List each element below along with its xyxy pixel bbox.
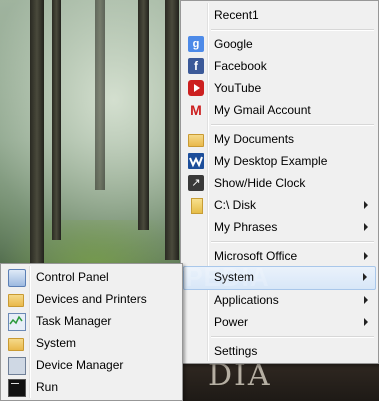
menu-item-my-phrases[interactable]: My Phrases <box>183 216 376 238</box>
google-icon: g <box>188 36 204 52</box>
shortcut-arrow-icon: ↗ <box>188 175 204 191</box>
system-submenu: Control Panel Devices and Printers Task … <box>0 263 183 401</box>
menu-item-label: Facebook <box>214 59 267 73</box>
submenu-arrow-icon <box>363 273 367 281</box>
submenu-arrow-icon <box>364 223 368 231</box>
menu-item-power[interactable]: Power <box>183 311 376 333</box>
facebook-icon: f <box>188 58 204 74</box>
menu-item-label: Google <box>214 37 253 51</box>
task-manager-icon <box>8 313 26 331</box>
menu-item-c-disk[interactable]: C:\ Disk <box>183 194 376 216</box>
menu-separator <box>211 241 374 243</box>
submenu-item-device-manager[interactable]: Device Manager <box>3 354 180 376</box>
gmail-icon: M <box>190 102 202 118</box>
device-manager-icon <box>8 357 26 375</box>
youtube-icon <box>188 80 204 96</box>
submenu-arrow-icon <box>364 252 368 260</box>
menu-item-label: Device Manager <box>36 358 124 372</box>
menu-item-my-documents[interactable]: My Documents <box>183 128 376 150</box>
menu-item-facebook[interactable]: f Facebook <box>183 55 376 77</box>
submenu-item-devices-and-printers[interactable]: Devices and Printers <box>3 288 180 310</box>
main-menu: Recent1 g Google f Facebook YouTube M My… <box>180 0 379 364</box>
menu-item-label: My Phrases <box>214 220 278 234</box>
tree-trunk <box>95 0 105 190</box>
menu-item-settings[interactable]: Settings <box>183 340 376 362</box>
menu-item-label: Microsoft Office <box>214 249 298 263</box>
menu-item-recent1[interactable]: Recent1 <box>183 4 376 26</box>
menu-item-label: Settings <box>214 344 258 358</box>
tree-trunk <box>30 0 44 270</box>
menu-item-label: Control Panel <box>36 270 109 284</box>
submenu-item-run[interactable]: Run <box>3 376 180 398</box>
menu-item-label: Devices and Printers <box>36 292 147 306</box>
menu-item-gmail[interactable]: M My Gmail Account <box>183 99 376 121</box>
submenu-arrow-icon <box>364 201 368 209</box>
menu-item-label: Run <box>36 380 59 394</box>
tree-trunk <box>165 0 179 260</box>
menu-separator <box>211 124 374 126</box>
submenu-arrow-icon <box>364 318 368 326</box>
menu-item-label: Recent1 <box>214 8 259 22</box>
submenu-item-control-panel[interactable]: Control Panel <box>3 266 180 288</box>
menu-item-label: Task Manager <box>36 314 112 328</box>
menu-item-google[interactable]: g Google <box>183 33 376 55</box>
devices-printers-icon <box>8 294 24 307</box>
menu-item-label: Power <box>214 315 249 329</box>
wave-icon <box>188 153 204 169</box>
menu-item-label: My Gmail Account <box>214 103 311 117</box>
tree-trunk <box>138 0 149 230</box>
run-icon <box>8 379 26 397</box>
submenu-arrow-icon <box>364 296 368 304</box>
menu-item-show-hide-clock[interactable]: ↗ Show/Hide Clock <box>183 172 376 194</box>
menu-item-my-desktop-example[interactable]: My Desktop Example <box>183 150 376 172</box>
system-icon <box>8 338 24 351</box>
disk-folder-icon <box>191 198 203 214</box>
menu-item-label: System <box>36 336 77 350</box>
menu-item-label: C:\ Disk <box>214 198 256 212</box>
tree-trunk <box>52 0 61 240</box>
menu-item-label: My Documents <box>214 132 295 146</box>
menu-item-label: My Desktop Example <box>214 154 328 168</box>
menu-item-label: Show/Hide Clock <box>214 176 306 190</box>
menu-separator <box>211 29 374 31</box>
folder-icon <box>188 134 204 147</box>
menu-separator <box>211 336 374 338</box>
submenu-item-system[interactable]: System <box>3 332 180 354</box>
menu-item-label: Applications <box>214 293 279 307</box>
submenu-item-task-manager[interactable]: Task Manager <box>3 310 180 332</box>
menu-item-label: YouTube <box>214 81 262 95</box>
menu-item-youtube[interactable]: YouTube <box>183 77 376 99</box>
control-panel-icon <box>8 269 26 287</box>
